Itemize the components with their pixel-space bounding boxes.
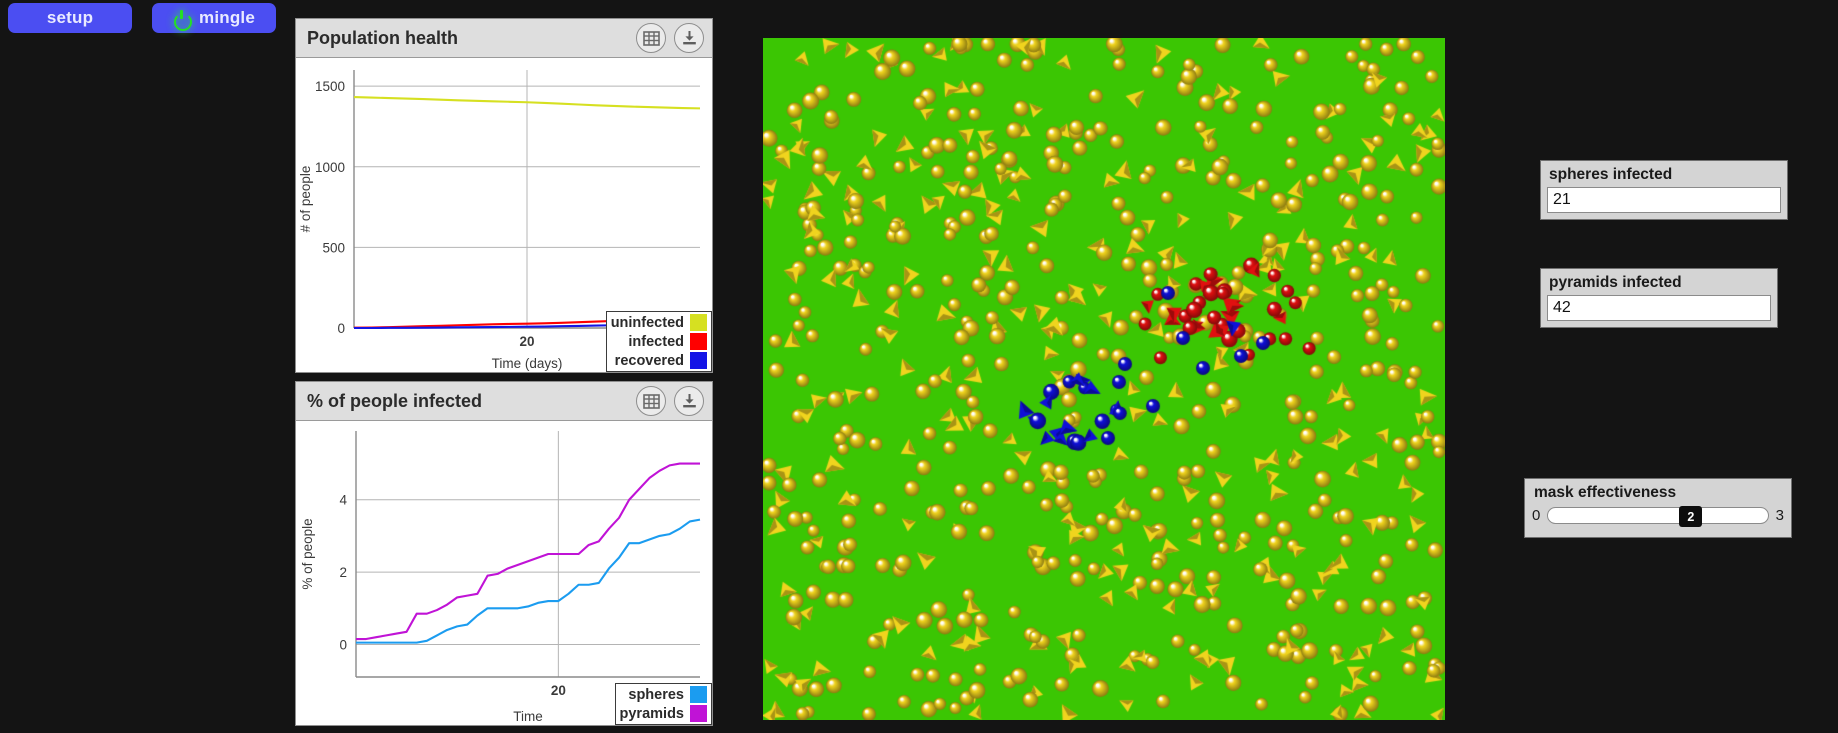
svg-text:1000: 1000	[315, 160, 345, 175]
download-icon[interactable]	[674, 386, 704, 416]
legend-color-swatch	[690, 705, 707, 722]
percent-infected-chart: 0 2 4 20 Time % of people	[300, 431, 701, 724]
legend-item[interactable]: recovered	[609, 351, 709, 370]
svg-text:500: 500	[322, 240, 345, 255]
svg-text:Time: Time	[513, 709, 543, 724]
svg-text:Time (days): Time (days)	[492, 356, 563, 371]
plot-legend[interactable]: uninfected infected recovered	[605, 311, 712, 372]
legend-color-swatch	[690, 333, 707, 350]
monitor-pyramids-infected: pyramids infected 42	[1540, 268, 1778, 328]
svg-text:% of people: % of people	[300, 518, 315, 589]
monitor-value: 42	[1547, 295, 1771, 321]
world-view[interactable]	[763, 38, 1445, 720]
world-canvas[interactable]	[763, 38, 1445, 720]
svg-text:0: 0	[339, 637, 347, 652]
svg-text:0: 0	[337, 321, 345, 336]
mingle-button[interactable]: mingle	[152, 3, 276, 33]
plot-legend[interactable]: spheres pyramids	[614, 683, 712, 725]
legend-item-label: recovered	[614, 352, 684, 369]
legend-item[interactable]: infected	[609, 332, 709, 351]
legend-item[interactable]: spheres	[618, 685, 709, 704]
mingle-button-label: mingle	[199, 8, 255, 27]
svg-text:20: 20	[519, 334, 534, 349]
plot-title: Population health	[307, 27, 458, 48]
legend-item[interactable]: pyramids	[618, 704, 709, 723]
slider-max-label: 3	[1775, 507, 1784, 524]
svg-text:1500: 1500	[315, 79, 345, 94]
legend-item-label: spheres	[628, 686, 684, 703]
netlogo-model-root: setup mingle Population health 0 500 100…	[0, 0, 1838, 733]
plot-population-health: Population health 0 500 1000 1500 20 Tim…	[295, 18, 713, 373]
legend-color-swatch	[690, 352, 707, 369]
plot-percent-infected: % of people infected 0 2 4 20 Time % of …	[295, 381, 713, 726]
monitor-spheres-infected: spheres infected 21	[1540, 160, 1788, 220]
slider-thumb[interactable]: 2	[1679, 506, 1703, 527]
svg-text:4: 4	[339, 493, 347, 508]
power-icon	[173, 9, 190, 27]
legend-item-label: uninfected	[610, 314, 684, 331]
plot-header-actions	[636, 386, 704, 416]
plot-header-actions	[636, 23, 704, 53]
legend-item-label: pyramids	[619, 705, 684, 722]
plot-header: Population health	[296, 19, 712, 58]
monitor-value: 21	[1547, 187, 1781, 213]
legend-color-swatch	[690, 314, 707, 331]
svg-text:# of people: # of people	[298, 166, 313, 233]
slider-label: mask effectiveness	[1534, 484, 1677, 501]
plot-canvas-area: 0 500 1000 1500 20 Time (days) # of people uni…	[296, 58, 712, 372]
plot-canvas-area: 0 2 4 20 Time % of people spheres pyramids	[296, 421, 712, 725]
legend-color-swatch	[690, 686, 707, 703]
slider-mask-effectiveness[interactable]: mask effectiveness 0 2 3	[1524, 478, 1792, 538]
download-icon[interactable]	[674, 23, 704, 53]
slider-min-label: 0	[1532, 507, 1541, 524]
plot-title: % of people infected	[307, 390, 483, 411]
slider-track[interactable]: 2	[1547, 506, 1769, 527]
plot-header: % of people infected	[296, 382, 712, 421]
setup-button-label: setup	[46, 8, 94, 27]
slider-row: 0 2 3	[1532, 506, 1784, 527]
monitor-label: spheres infected	[1549, 166, 1673, 183]
monitor-label: pyramids infected	[1549, 274, 1682, 291]
svg-text:20: 20	[551, 683, 566, 698]
setup-button[interactable]: setup	[8, 3, 132, 33]
table-icon[interactable]	[636, 386, 666, 416]
legend-item-label: infected	[628, 333, 684, 350]
table-icon[interactable]	[636, 23, 666, 53]
svg-text:2: 2	[339, 565, 347, 580]
legend-item[interactable]: uninfected	[609, 313, 709, 332]
